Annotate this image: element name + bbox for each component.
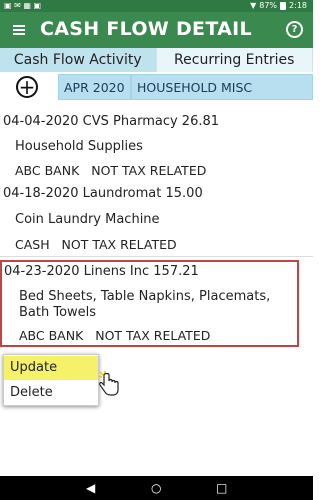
update-menu-item[interactable]: Update <box>4 356 98 380</box>
context-menu: Update Delete <box>3 354 99 406</box>
back-icon[interactable]: ◀ <box>86 482 95 494</box>
clock: 2:18 <box>289 1 307 10</box>
plus-circle-icon[interactable]: + <box>16 76 38 98</box>
tab-bar: Cash Flow Activity Recurring Entries <box>0 48 313 72</box>
entry-bank: ABC BANK NOT TAX RELATED <box>15 163 206 178</box>
recents-icon[interactable]: □ <box>216 482 227 494</box>
entry-bank: CASH NOT TAX RELATED <box>15 237 177 252</box>
filter-bar: + APR 2020 HOUSEHOLD MISC <box>0 72 313 102</box>
home-icon[interactable]: ○ <box>151 482 161 494</box>
hand-cursor-icon <box>98 371 119 396</box>
entry-header: 04-18-2020 Laundromat 15.00 <box>3 186 203 201</box>
entry-bank-name: CASH <box>15 237 50 252</box>
battery-percent: 87% <box>259 1 278 10</box>
wifi-icon: ▼ <box>250 1 257 10</box>
notification-icons: ▣ ✉ ▦ ▣ <box>4 1 42 10</box>
app-bar: CASH FLOW DETAIL ? <box>0 12 313 48</box>
entry-tax-status: NOT TAX RELATED <box>91 163 207 178</box>
battery-icon <box>280 2 287 10</box>
delete-menu-item[interactable]: Delete <box>4 381 98 405</box>
list-item[interactable]: 04-04-2020 CVS Pharmacy 26.81 Household … <box>0 110 313 183</box>
status-right: ▼ 87% 2:18 <box>250 0 307 12</box>
tab-recurring-entries[interactable]: Recurring Entries <box>156 48 313 72</box>
month-filter[interactable]: APR 2020 <box>58 74 131 100</box>
entry-header: 04-04-2020 CVS Pharmacy 26.81 <box>3 114 220 129</box>
entry-bank-name: ABC BANK <box>15 163 80 178</box>
entry-bank: ABC BANK NOT TAX RELATED <box>19 328 210 343</box>
entry-description: Coin Laundry Machine <box>15 212 160 227</box>
help-icon[interactable]: ? <box>286 21 303 38</box>
entry-header: 04-23-2020 Linens Inc 157.21 <box>4 264 199 279</box>
tab-cash-flow-activity[interactable]: Cash Flow Activity <box>0 48 157 72</box>
entry-description: Household Supplies <box>15 139 143 154</box>
entry-bank-name: ABC BANK <box>19 328 84 343</box>
status-bar: ▣ ✉ ▦ ▣ ▼ 87% 2:18 <box>0 0 313 12</box>
list-item-selected[interactable]: 04-23-2020 Linens Inc 157.21 Bed Sheets,… <box>0 260 299 347</box>
list-item[interactable]: 04-18-2020 Laundromat 15.00 Coin Laundry… <box>0 182 313 257</box>
entry-tax-status: NOT TAX RELATED <box>61 237 177 252</box>
navigation-bar: ◀ ○ □ <box>0 476 313 500</box>
category-filter[interactable]: HOUSEHOLD MISC <box>131 74 313 100</box>
entry-description: Bed Sheets, Table Napkins, Placemats, Ba… <box>19 289 271 320</box>
page-title: CASH FLOW DETAIL <box>40 18 252 40</box>
hamburger-icon[interactable] <box>10 21 28 39</box>
entry-tax-status: NOT TAX RELATED <box>95 328 211 343</box>
